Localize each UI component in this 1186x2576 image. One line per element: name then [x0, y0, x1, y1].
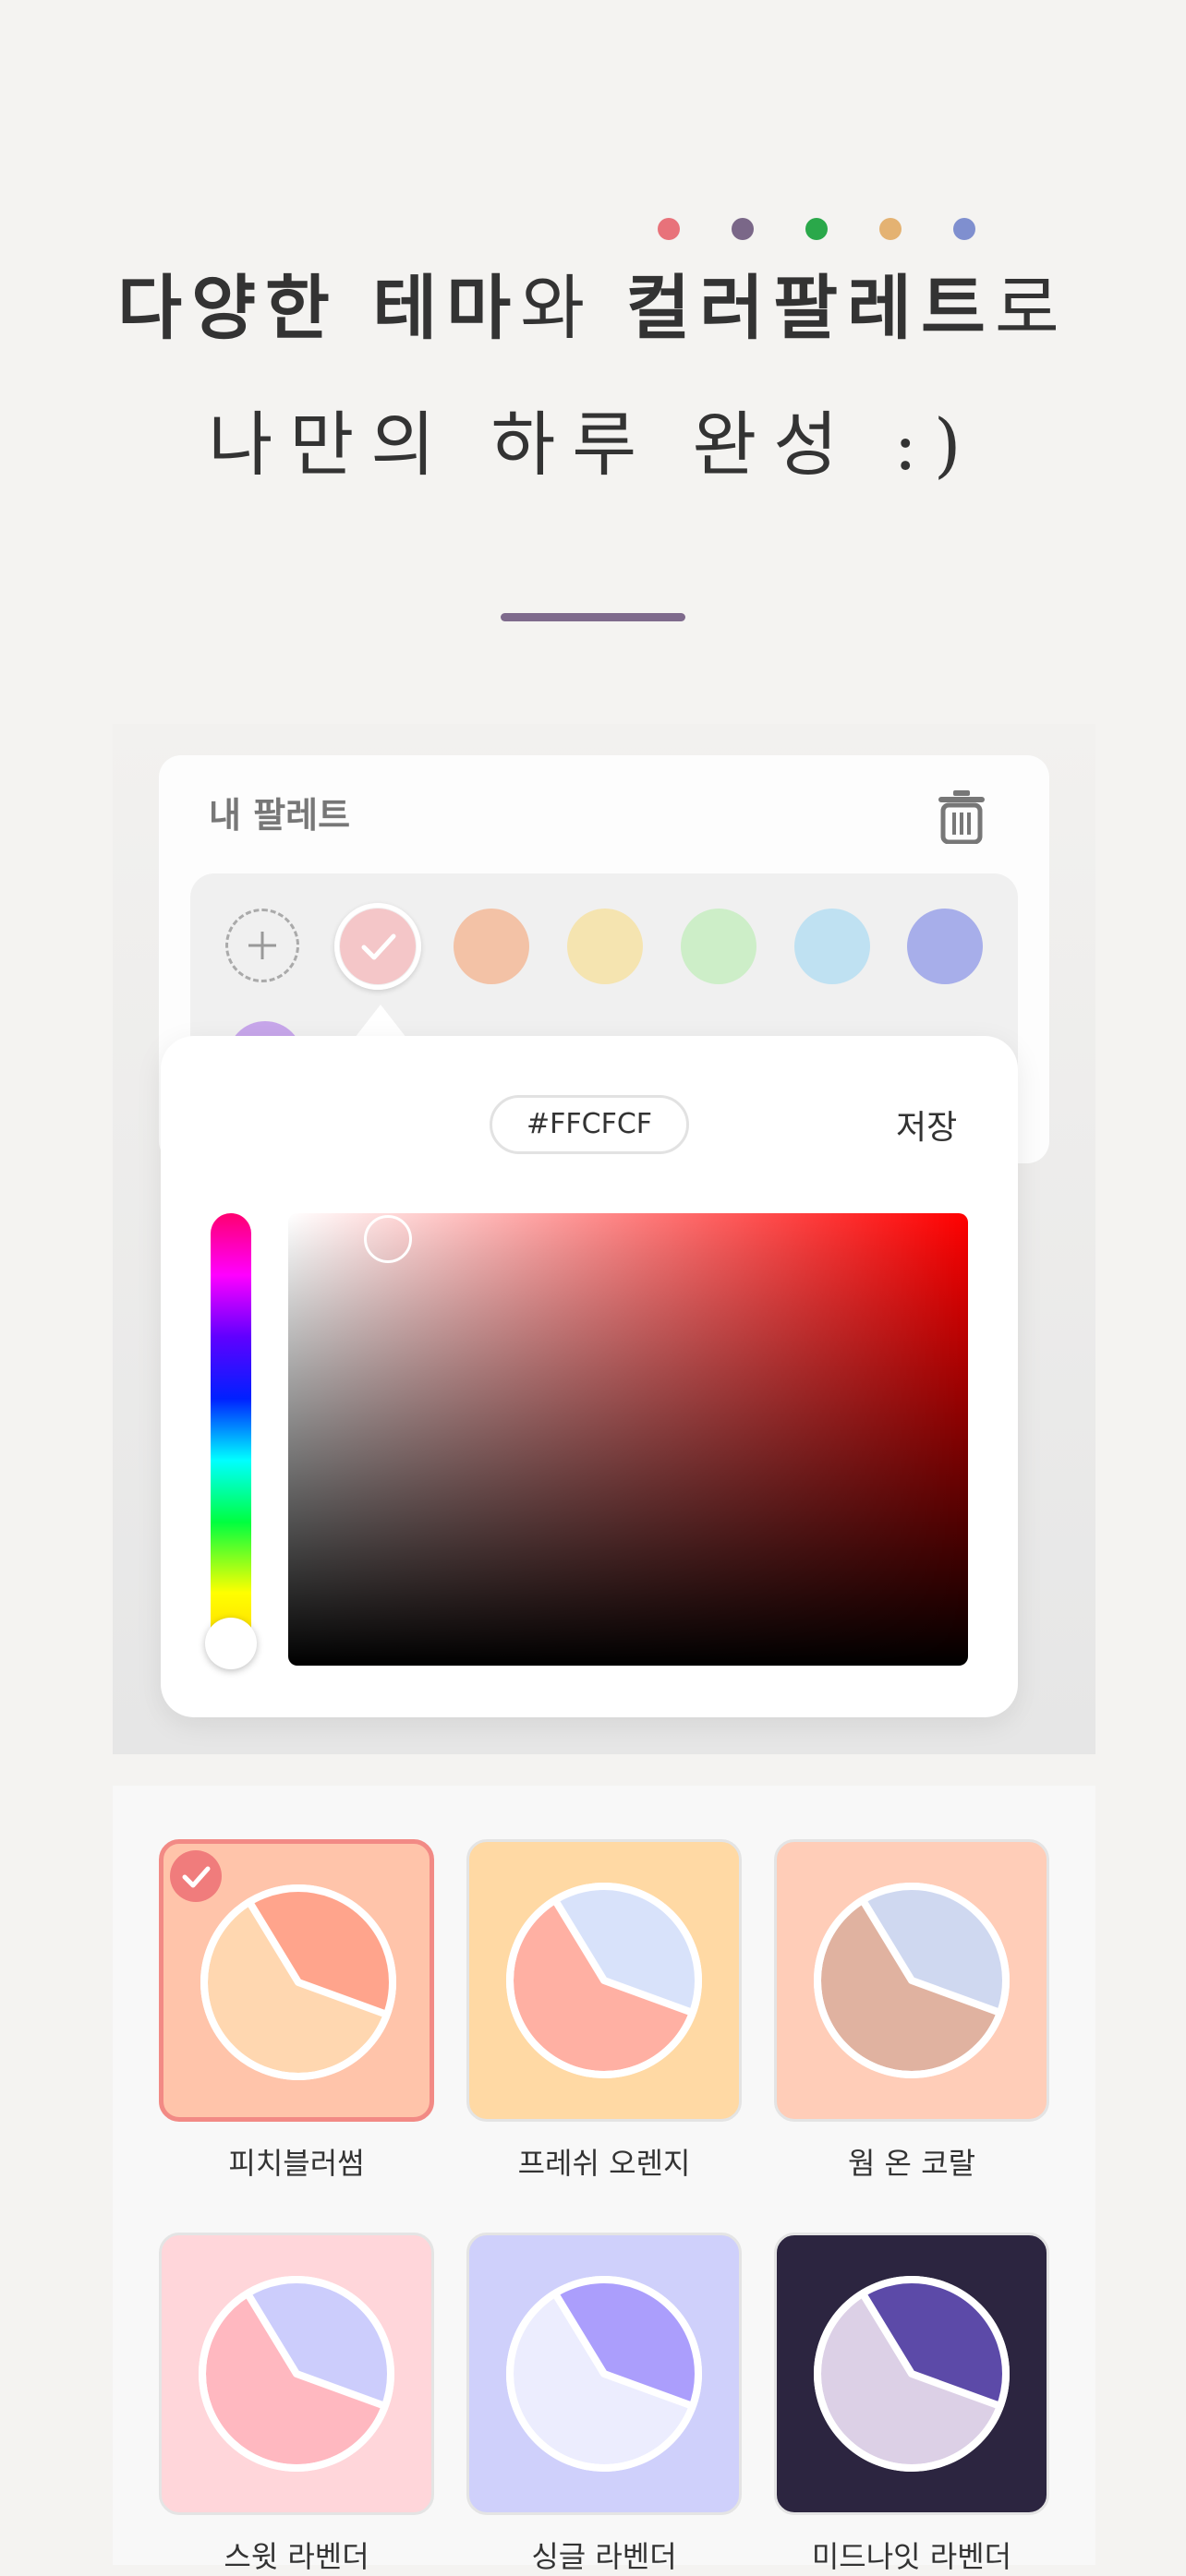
palette-swatch[interactable] — [454, 909, 529, 984]
theme-card[interactable] — [774, 2233, 1049, 2515]
theme-label: 미드나잇 라벤더 — [811, 2539, 1012, 2574]
headline-theme: 다양한 테마 — [117, 267, 521, 349]
color-dots — [658, 218, 975, 240]
hue-slider-handle[interactable] — [205, 1618, 257, 1669]
pie-icon — [814, 2276, 1010, 2472]
headline-with: 로 — [994, 267, 1069, 349]
palette-swatch-selected[interactable] — [334, 903, 421, 990]
selected-check-icon — [170, 1850, 222, 1902]
color-dot — [658, 218, 680, 240]
hex-value-field[interactable]: #FFCFCF — [490, 1095, 689, 1154]
divider — [501, 613, 685, 621]
pie-icon — [506, 2276, 702, 2472]
headline-and: 와 — [520, 267, 626, 349]
theme-card[interactable] — [159, 2233, 434, 2515]
headline-line-1: 다양한 테마와 컬러팔레트로 — [0, 251, 1186, 353]
palette-swatch[interactable] — [567, 909, 643, 984]
theme-card[interactable] — [466, 1839, 742, 2122]
theme-label: 스윗 라벤더 — [224, 2539, 369, 2574]
trash-icon[interactable] — [935, 788, 988, 845]
pie-icon — [506, 1883, 702, 2078]
theme-label: 웜 온 코랄 — [847, 2146, 976, 2181]
color-dot — [953, 218, 975, 240]
pie-icon — [199, 2276, 394, 2472]
hue-slider[interactable] — [211, 1213, 251, 1655]
theme-label: 싱글 라벤더 — [531, 2539, 677, 2574]
theme-card[interactable] — [466, 2233, 742, 2515]
pie-icon — [814, 1883, 1010, 2078]
palette-title: 내 팔레트 — [209, 795, 351, 836]
color-dot — [879, 218, 902, 240]
save-button[interactable]: 저장 — [896, 1101, 957, 1149]
color-dot — [732, 218, 754, 240]
theme-card[interactable] — [774, 1839, 1049, 2122]
headline-line-2: 나만의 하루 완성 :) — [208, 403, 978, 486]
palette-swatch[interactable] — [794, 909, 870, 984]
theme-label: 피치블러썸 — [228, 2146, 365, 2181]
headline-palette: 컬러팔레트 — [625, 267, 995, 349]
color-dot — [805, 218, 828, 240]
saturation-value-area[interactable] — [288, 1213, 968, 1666]
add-color-button[interactable] — [225, 909, 299, 982]
palette-swatch[interactable] — [907, 909, 983, 984]
color-picker-handle[interactable] — [364, 1215, 412, 1263]
palette-swatch[interactable] — [681, 909, 756, 984]
check-icon — [361, 933, 396, 960]
theme-label: 프레쉬 오렌지 — [517, 2146, 691, 2181]
picker-arrow — [355, 1005, 406, 1038]
